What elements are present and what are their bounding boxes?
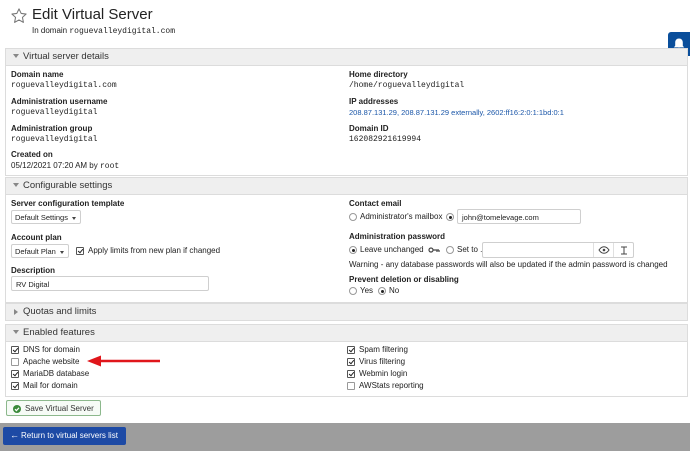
password-label: Administration password [349,232,446,241]
contact-mailbox-label: Administrator's mailbox [360,212,443,221]
contact-email-input[interactable]: john@tomelevage.com [457,209,581,224]
left-checkbox-3[interactable] [11,382,19,390]
contact-email-radio[interactable] [446,213,454,221]
admin-group-label: Administration group [11,124,93,133]
password-leave-label: Leave unchanged [360,245,424,254]
plan-label: Account plan [11,233,62,242]
right-label-0: Spam filtering [359,345,408,354]
home-dir-value: /home/roguevalleydigital [349,81,465,90]
config-panel: Configurable settings Server configurati… [5,177,688,303]
plan-select[interactable]: Default Plan [11,244,69,258]
right-checkbox-2[interactable] [347,370,355,378]
domain-id-value: 162082921619994 [349,135,422,144]
features-title: Enabled features [23,327,95,338]
right-label-1: Virus filtering [359,357,406,366]
page-title: Edit Virtual Server [32,6,153,23]
return-button-label: Return to virtual servers list [21,431,118,440]
quotas-panel-header[interactable]: Quotas and limits [6,304,687,320]
left-checkbox-1[interactable] [11,358,19,366]
show-password-button[interactable] [593,243,613,257]
domain-name-value: roguevalleydigital.com [11,81,117,90]
password-input[interactable] [482,242,634,258]
details-panel: Virtual server details Domain name rogue… [5,48,688,176]
created-on-date: 05/12/2021 07:20 AM by [11,161,98,170]
quotas-title: Quotas and limits [23,306,97,317]
prevent-no-radio[interactable] [378,287,386,295]
password-leave-radio[interactable] [349,246,357,254]
right-checkbox-1[interactable] [347,358,355,366]
config-panel-header[interactable]: Configurable settings [6,178,687,195]
config-title: Configurable settings [23,180,113,191]
collapse-icon [13,183,19,187]
left-checkbox-0[interactable] [11,346,19,354]
right-checkbox-0[interactable] [347,346,355,354]
details-panel-header[interactable]: Virtual server details [6,49,687,66]
right-label-2: Webmin login [359,369,408,378]
created-on-value: 05/12/2021 07:20 AM by root [11,161,119,171]
expand-icon [14,309,18,315]
right-label-3: AWStats reporting [359,381,424,390]
right-checkbox-3[interactable] [347,382,355,390]
prevent-label: Prevent deletion or disabling [349,275,459,284]
subtitle-prefix: In domain [32,26,68,35]
password-generate-button[interactable] [426,243,442,257]
created-on-user: root [99,162,120,171]
arrow-left-icon: ← [10,430,19,440]
check-circle-icon [13,405,21,413]
left-label-1: Apache website [23,357,80,366]
generate-icon [621,246,627,255]
template-select[interactable]: Default Settings [11,210,81,224]
domain-name-label: Domain name [11,70,64,79]
password-set-label: Set to .. [457,245,485,254]
home-dir-label: Home directory [349,70,408,79]
page-subtitle: In domain roguevalleydigital.com [32,26,175,36]
template-label: Server configuration template [11,199,125,208]
save-button-label: Save Virtual Server [25,404,94,413]
password-set-radio[interactable] [446,246,454,254]
collapse-icon [13,54,19,58]
description-input[interactable]: RV Digital [11,276,209,291]
contact-label: Contact email [349,199,402,208]
domain-id-label: Domain ID [349,124,389,133]
chevron-down-icon [72,217,76,220]
plan-select-value: Default Plan [15,247,56,256]
features-panel-header[interactable]: Enabled features [6,325,687,342]
template-select-value: Default Settings [15,213,68,222]
left-label-3: Mail for domain [23,381,78,390]
collapse-icon [13,330,19,334]
chevron-down-icon [60,251,64,254]
admin-username-value: roguevalleydigital [11,108,98,117]
annotation-arrow [87,355,160,367]
eye-icon [598,246,610,254]
prevent-no-label: No [389,286,400,295]
save-button[interactable]: Save Virtual Server [6,400,101,416]
password-warning: Warning - any database passwords will al… [349,260,668,269]
admin-username-label: Administration username [11,97,108,106]
apply-limits-checkbox[interactable] [76,247,84,255]
key-icon [428,247,440,253]
left-label-2: MariaDB database [23,369,90,378]
footer-bar: ← Return to virtual servers list [0,423,690,451]
return-button[interactable]: ← Return to virtual servers list [3,427,126,445]
star-icon[interactable] [10,7,28,25]
contact-mailbox-radio[interactable] [349,213,357,221]
prevent-yes-radio[interactable] [349,287,357,295]
description-label: Description [11,266,56,275]
details-title: Virtual server details [23,51,109,62]
prevent-yes-label: Yes [360,286,374,295]
quotas-panel: Quotas and limits [5,303,688,321]
created-on-label: Created on [11,150,53,159]
left-checkbox-2[interactable] [11,370,19,378]
ip-label: IP addresses [349,97,399,106]
apply-limits-label: Apply limits from new plan if changed [88,246,221,255]
left-label-0: DNS for domain [23,345,80,354]
ip-value[interactable]: 208.87.131.29, 208.87.131.29 externally,… [349,108,564,117]
generate-password-button[interactable] [613,243,633,257]
subtitle-domain: roguevalleydigital.com [69,27,175,36]
admin-group-value: roguevalleydigital [11,135,98,144]
